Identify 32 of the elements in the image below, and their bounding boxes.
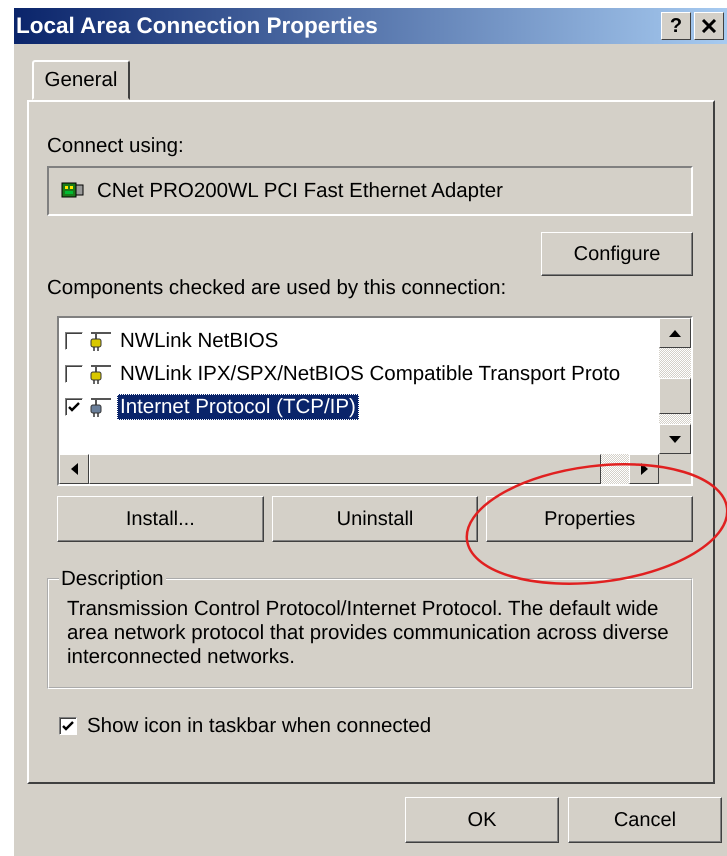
scroll-left-button[interactable] <box>59 454 89 484</box>
left-arrow-icon <box>70 463 78 475</box>
description-text: Transmission Control Protocol/Internet Protocol. The default wide area network protocol that provides communication across diverse interconnected networks. <box>67 597 670 669</box>
connect-using-label: Connect using: <box>47 134 185 158</box>
properties-button[interactable]: Properties <box>486 496 694 542</box>
scroll-down-button[interactable] <box>659 424 691 454</box>
scrollbar-corner <box>659 454 691 484</box>
adapter-name: CNet PRO200WL PCI Fast Ethernet Adapter <box>97 179 504 203</box>
uninstall-button[interactable]: Uninstall <box>272 496 478 542</box>
cancel-button[interactable]: Cancel <box>568 797 722 843</box>
down-arrow-icon <box>669 436 681 442</box>
description-title: Description <box>60 567 165 591</box>
ok-button[interactable]: OK <box>405 797 559 843</box>
list-item[interactable]: NWLink IPX/SPX/NetBIOS Compatible Transport Proto <box>117 360 624 386</box>
install-button[interactable]: Install... <box>57 496 264 542</box>
configure-button[interactable]: Configure <box>541 232 693 276</box>
checkbox[interactable] <box>59 717 77 735</box>
vertical-scrollbar[interactable] <box>659 318 691 454</box>
close-icon <box>701 19 717 33</box>
scroll-up-button[interactable] <box>659 318 691 348</box>
scroll-right-button[interactable] <box>629 454 659 484</box>
list-item[interactable]: Internet Protocol (TCP/IP) <box>117 394 359 420</box>
window-title: Local Area Connection Properties <box>16 13 379 39</box>
list-item[interactable]: NWLink NetBIOS <box>117 328 282 354</box>
components-label: Components checked are used by this connection: <box>47 276 508 300</box>
scroll-thumb[interactable] <box>659 378 691 414</box>
help-button[interactable]: ? <box>661 12 691 40</box>
up-arrow-icon <box>669 330 681 336</box>
tab[interactable]: General <box>32 60 130 100</box>
close-button[interactable] <box>694 12 724 40</box>
right-arrow-icon <box>640 463 648 475</box>
checkbox-label[interactable]: Show icon in taskbar when connected <box>87 714 432 738</box>
